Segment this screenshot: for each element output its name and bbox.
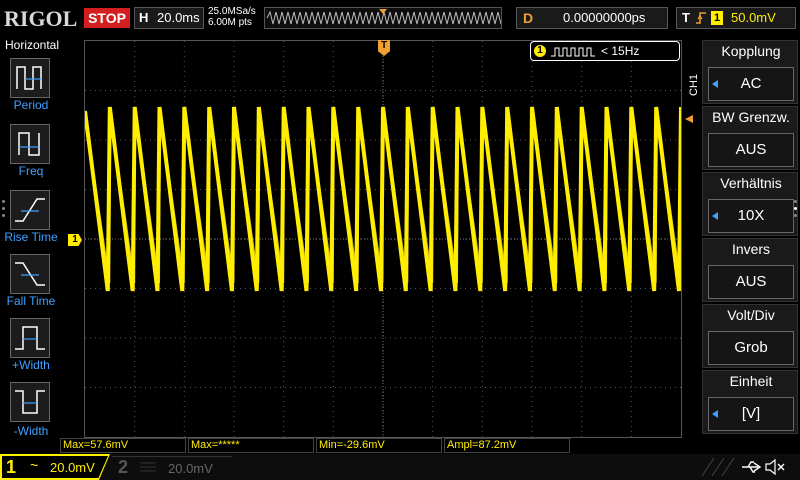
measurement-min[interactable]: Min=-29.6mV xyxy=(316,438,442,453)
trigger-label: T xyxy=(682,10,690,25)
freq-icon xyxy=(18,132,40,156)
ch1-number: 1 xyxy=(6,457,17,477)
measurement-max-1[interactable]: Max=57.6mV xyxy=(60,438,186,453)
bandwidth-limit-value: AUS xyxy=(708,133,794,167)
graticule xyxy=(85,41,681,437)
trigger-level-marker-icon xyxy=(685,115,693,123)
counter-channel-badge: 1 xyxy=(534,45,546,57)
frequency-counter[interactable]: 1 < 15Hz xyxy=(530,41,680,61)
rigol-logo: RIGOL xyxy=(4,6,78,31)
rise-time-label: Rise Time xyxy=(4,230,58,244)
left-menu-page-dots xyxy=(2,200,6,224)
invert-softkey[interactable]: Invers AUS xyxy=(702,238,798,302)
positive-width-label: +Width xyxy=(12,358,50,372)
probe-ratio-arrow-icon xyxy=(712,212,718,220)
period-measure-button[interactable] xyxy=(10,58,50,98)
unit-softkey[interactable]: Einheit [V] xyxy=(702,370,798,434)
memory-depth: 6.00M pts xyxy=(208,17,252,28)
ch1-ground-marker[interactable]: 1 xyxy=(68,234,82,246)
memory-overview-strip[interactable] xyxy=(264,7,502,29)
channel-menu-tag: CH1 xyxy=(688,62,702,98)
period-icon xyxy=(16,66,42,90)
channel-status-bar: 1 ~ 20.0mV 2 20.0mV xyxy=(0,454,800,480)
unit-title: Einheit xyxy=(729,373,773,389)
rising-edge-icon xyxy=(696,12,706,24)
channel-menu-tag-text: CH1 xyxy=(688,73,700,96)
negative-width-icon xyxy=(15,390,45,414)
counter-value: < 15Hz xyxy=(601,44,640,58)
fall-time-icon xyxy=(15,262,45,286)
freq-measure-button[interactable] xyxy=(10,124,50,164)
ch1-coupling-icon: ~ xyxy=(30,457,39,473)
probe-ratio-softkey[interactable]: Verhältnis 10X xyxy=(702,172,798,236)
ch2-coupling-icon xyxy=(138,460,158,474)
ch2-number: 2 xyxy=(118,457,129,477)
fall-time-label: Fall Time xyxy=(6,294,56,308)
square-wave-icon xyxy=(551,47,595,57)
probe-ratio-title: Verhältnis xyxy=(720,175,782,191)
negative-width-measure-button[interactable] xyxy=(10,382,50,422)
probe-ratio-value: 10X xyxy=(708,199,794,233)
rise-time-measure-button[interactable] xyxy=(10,190,50,230)
trigger-level: 50.0mV xyxy=(731,10,776,25)
right-menu-page-dots xyxy=(794,200,798,224)
positive-width-measure-button[interactable] xyxy=(10,318,50,358)
coupling-title: Kopplung xyxy=(721,43,781,59)
ch2-status-tab[interactable]: 2 20.0mV xyxy=(112,456,232,479)
ch1-status-inner: 1 ~ 20.0mV xyxy=(2,456,108,478)
coupling-value: AC xyxy=(708,67,794,101)
negative-width-label: -Width xyxy=(13,424,49,438)
sample-info: 25.0MSa/s 6.00M pts xyxy=(208,6,256,28)
volts-div-title: Volt/Div xyxy=(727,307,775,323)
period-label: Period xyxy=(13,98,49,112)
invert-title: Invers xyxy=(731,241,771,257)
measurement-amplitude[interactable]: Ampl=87.2mV xyxy=(444,438,570,453)
timebase-value: 20.0ms xyxy=(157,10,200,25)
bandwidth-limit-title: BW Grenzw. xyxy=(712,109,790,125)
usb-icon xyxy=(742,461,762,473)
ch2-scale: 20.0mV xyxy=(168,461,213,476)
waveform-display[interactable] xyxy=(84,40,682,438)
measurement-max-2[interactable]: Max=***** xyxy=(188,438,314,453)
volts-div-value: Grob xyxy=(708,331,794,365)
freq-label: Freq xyxy=(18,164,44,178)
status-divider-icon xyxy=(701,457,735,477)
trigger-box[interactable]: T 1 50.0mV xyxy=(676,7,796,29)
unit-arrow-icon xyxy=(712,410,718,418)
coupling-arrow-icon xyxy=(712,80,718,88)
sample-rate: 25.0MSa/s xyxy=(208,6,256,17)
run-stop-indicator[interactable]: STOP xyxy=(84,8,130,28)
memory-waveform-icon xyxy=(266,9,501,25)
unit-value: [V] xyxy=(708,397,794,431)
positive-width-icon xyxy=(15,326,45,350)
trigger-position-marker-icon xyxy=(379,9,387,14)
bandwidth-limit-softkey[interactable]: BW Grenzw. AUS xyxy=(702,106,798,170)
coupling-softkey[interactable]: Kopplung AC xyxy=(702,40,798,104)
timebase-label: H xyxy=(139,10,149,25)
delay-box[interactable]: D 0.00000000ps xyxy=(516,7,668,29)
rise-time-icon xyxy=(15,198,45,222)
volts-div-softkey[interactable]: Volt/Div Grob xyxy=(702,304,798,368)
top-status-bar: RIGOL STOP H 20.0ms 25.0MSa/s 6.00M pts … xyxy=(0,0,800,36)
invert-value: AUS xyxy=(708,265,794,299)
delay-label: D xyxy=(523,10,534,26)
measure-menu-title: Horizontal xyxy=(4,38,60,52)
delay-value: 0.00000000ps xyxy=(563,10,646,25)
mute-speaker-icon[interactable] xyxy=(764,458,786,476)
ch1-scale: 20.0mV xyxy=(50,460,95,475)
fall-time-measure-button[interactable] xyxy=(10,254,50,294)
trigger-source-badge: 1 xyxy=(711,11,723,25)
timebase-box[interactable]: H 20.0ms xyxy=(134,7,204,29)
